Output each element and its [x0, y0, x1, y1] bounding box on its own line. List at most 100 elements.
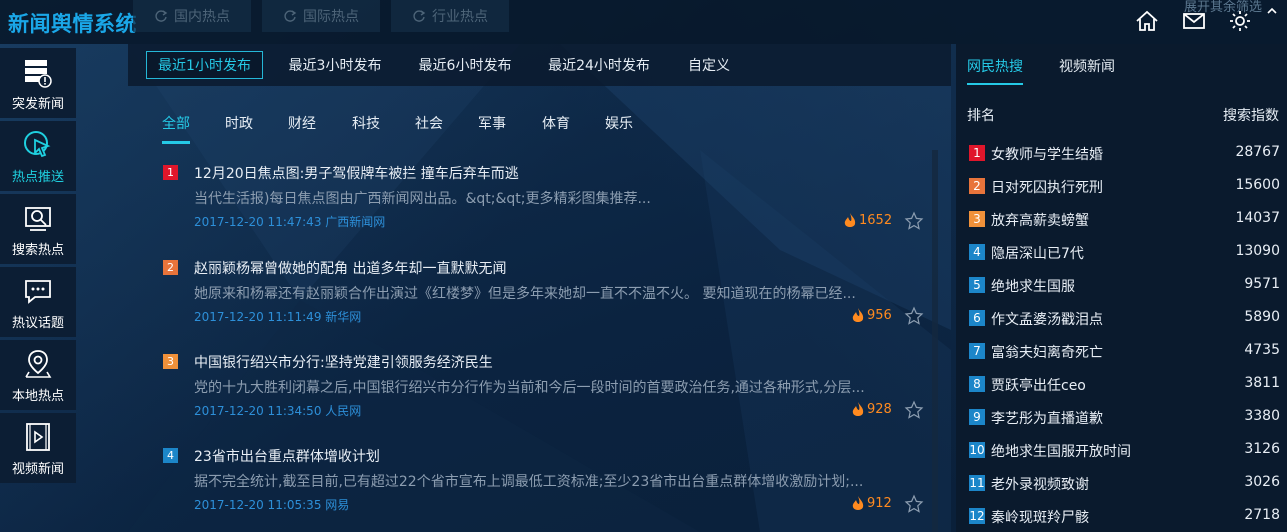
- top-tab-international[interactable]: 国际热点: [262, 0, 380, 32]
- hot-search-keyword[interactable]: 富翁夫妇离奇死亡: [991, 342, 1103, 362]
- search-index-value: 15600: [1235, 177, 1280, 193]
- rank-badge: 5: [969, 277, 985, 293]
- news-meta[interactable]: 2017-12-20 11:11:49 新华网: [194, 308, 361, 325]
- rank-badge: 2: [163, 260, 178, 275]
- rank-badge: 4: [969, 244, 985, 260]
- hot-search-row[interactable]: 12 秦岭现斑羚尸骸 2718: [969, 506, 1280, 528]
- hot-search-keyword[interactable]: 日对死囚执行死刑: [991, 177, 1103, 197]
- chat-icon: [25, 279, 51, 304]
- column-header-rank: 排名: [967, 108, 995, 124]
- hot-search-row[interactable]: 1 女教师与学生结婚 28767: [969, 143, 1280, 165]
- tab-video-news[interactable]: 视频新闻: [1059, 56, 1115, 76]
- scrollbar[interactable]: [932, 150, 938, 532]
- nav-item-video-news[interactable]: 视频新闻: [0, 413, 76, 483]
- category-tabs: 全部 时政 财经 科技 社会 军事 体育 娱乐: [128, 100, 951, 146]
- news-title[interactable]: 12月20日焦点图:男子驾假牌车被拦 撞车后弃车而逃: [194, 163, 519, 183]
- hot-search-row[interactable]: 4 隐居深山已7代 13090: [969, 242, 1280, 264]
- time-filter-24h[interactable]: 最近24小时发布: [540, 51, 658, 79]
- tab-netizen-hot-search[interactable]: 网民热搜: [967, 56, 1023, 76]
- home-icon[interactable]: [1134, 8, 1160, 34]
- time-filter-6h[interactable]: 最近6小时发布: [410, 51, 520, 79]
- rank-badge: 9: [969, 409, 985, 425]
- rank-badge: 6: [969, 310, 985, 326]
- top-tab-label: 行业热点: [432, 9, 488, 25]
- top-tab-domestic[interactable]: 国内热点: [133, 0, 251, 32]
- fire-icon: [852, 308, 864, 322]
- news-meta[interactable]: 2017-12-20 11:47:43 广西新闻网: [194, 213, 385, 230]
- hot-count: 928: [851, 401, 892, 418]
- right-panel: 网民热搜 视频新闻 排名 搜索指数 1 女教师与学生结婚 28767 2 日对死囚执行死…: [956, 44, 1287, 532]
- search-index-value: 2718: [1244, 507, 1280, 523]
- news-title[interactable]: 赵丽颖杨幂曾做她的配角 出道多年却一直默默无闻: [194, 258, 506, 278]
- hot-search-row[interactable]: 8 贾跃亭出任ceo 3811: [969, 374, 1280, 396]
- hot-search-row[interactable]: 7 富翁夫妇离奇死亡 4735: [969, 341, 1280, 363]
- star-icon[interactable]: [904, 400, 924, 420]
- star-icon[interactable]: [904, 494, 924, 514]
- news-title[interactable]: 23省市出台重点群体增收计划: [194, 446, 380, 466]
- fire-icon: [852, 402, 864, 416]
- search-doc-icon: [25, 206, 51, 231]
- hot-value: 912: [867, 496, 892, 511]
- rank-badge: 11: [969, 475, 985, 491]
- rank-badge: 8: [969, 376, 985, 392]
- hot-value: 1652: [859, 213, 893, 228]
- hot-search-keyword[interactable]: 老外录视频致谢: [991, 474, 1089, 494]
- close-icon[interactable]: [1265, 4, 1279, 18]
- hot-search-keyword[interactable]: 绝地求生国服: [991, 276, 1075, 296]
- nav-item-breaking-news[interactable]: 突发新闻: [0, 48, 76, 118]
- time-filter-bar: 最近1小时发布 最近3小时发布 最近6小时发布 最近24小时发布 自定义: [128, 44, 951, 86]
- category-tab-politics[interactable]: 时政: [225, 113, 253, 133]
- category-tab-society[interactable]: 社会: [415, 113, 443, 133]
- nav-item-hot-push[interactable]: 热点推送: [0, 121, 76, 191]
- top-tab-label: 国内热点: [174, 9, 230, 25]
- hot-search-row[interactable]: 10 绝地求生国服开放时间 3126: [969, 440, 1280, 462]
- hot-search-keyword[interactable]: 女教师与学生结婚: [991, 144, 1103, 164]
- rank-badge: 10: [969, 442, 985, 458]
- rank-badge: 1: [163, 165, 178, 180]
- hot-search-keyword[interactable]: 放弃高薪卖螃蟹: [991, 210, 1089, 230]
- hot-search-row[interactable]: 11 老外录视频致谢 3026: [969, 473, 1280, 495]
- category-tab-military[interactable]: 军事: [478, 113, 506, 133]
- search-index-value: 5890: [1244, 309, 1280, 325]
- search-index-value: 28767: [1235, 144, 1280, 160]
- hot-search-keyword[interactable]: 隐居深山已7代: [991, 243, 1084, 263]
- news-meta[interactable]: 2017-12-20 11:34:50 人民网: [194, 402, 361, 419]
- nav-item-local-hot[interactable]: 本地热点: [0, 340, 76, 410]
- news-meta[interactable]: 2017-12-20 11:05:35 网易: [194, 496, 349, 513]
- rank-badge: 12: [969, 508, 985, 524]
- time-filter-custom[interactable]: 自定义: [680, 51, 738, 79]
- mail-icon[interactable]: [1181, 8, 1207, 34]
- hot-search-row[interactable]: 6 作文孟婆汤戳泪点 5890: [969, 308, 1280, 330]
- category-tab-entertainment[interactable]: 娱乐: [605, 113, 633, 133]
- nav-label: 本地热点: [11, 388, 64, 404]
- rank-badge: 1: [969, 145, 985, 161]
- star-icon[interactable]: [904, 306, 924, 326]
- category-tab-sports[interactable]: 体育: [542, 113, 570, 133]
- nav-item-hot-topics[interactable]: 热议话题: [0, 267, 76, 337]
- top-tab-industry[interactable]: 行业热点: [391, 0, 509, 32]
- hot-search-row[interactable]: 5 绝地求生国服 9571: [969, 275, 1280, 297]
- hot-search-keyword[interactable]: 绝地求生国服开放时间: [991, 441, 1131, 461]
- hot-search-row[interactable]: 2 日对死囚执行死刑 15600: [969, 176, 1280, 198]
- rank-badge: 3: [969, 211, 985, 227]
- category-tab-finance[interactable]: 财经: [288, 113, 316, 133]
- hot-search-row[interactable]: 3 放弃高薪卖螃蟹 14037: [969, 209, 1280, 231]
- nav-item-search-hot[interactable]: 搜索热点: [0, 194, 76, 264]
- category-tab-all[interactable]: 全部: [162, 113, 190, 133]
- settings-icon[interactable]: [1227, 8, 1253, 34]
- time-filter-3h[interactable]: 最近3小时发布: [280, 51, 390, 79]
- hot-search-keyword[interactable]: 李艺彤为直播道歉: [991, 408, 1103, 428]
- time-filter-1h[interactable]: 最近1小时发布: [146, 51, 263, 79]
- hot-search-keyword[interactable]: 贾跃亭出任ceo: [991, 375, 1086, 395]
- fire-icon: [852, 496, 864, 510]
- hot-search-keyword[interactable]: 作文孟婆汤戳泪点: [991, 309, 1103, 329]
- refresh-icon: [155, 10, 168, 22]
- category-tab-tech[interactable]: 科技: [352, 113, 380, 133]
- star-icon[interactable]: [904, 211, 924, 231]
- hot-search-row[interactable]: 9 李艺彤为直播道歉 3380: [969, 407, 1280, 429]
- news-title[interactable]: 中国银行绍兴市分行:坚持党建引领服务经济民生: [194, 352, 493, 372]
- search-index-value: 13090: [1235, 243, 1280, 259]
- hot-value: 928: [867, 402, 892, 417]
- hot-search-keyword[interactable]: 秦岭现斑羚尸骸: [991, 507, 1089, 527]
- search-index-value: 4735: [1244, 342, 1280, 358]
